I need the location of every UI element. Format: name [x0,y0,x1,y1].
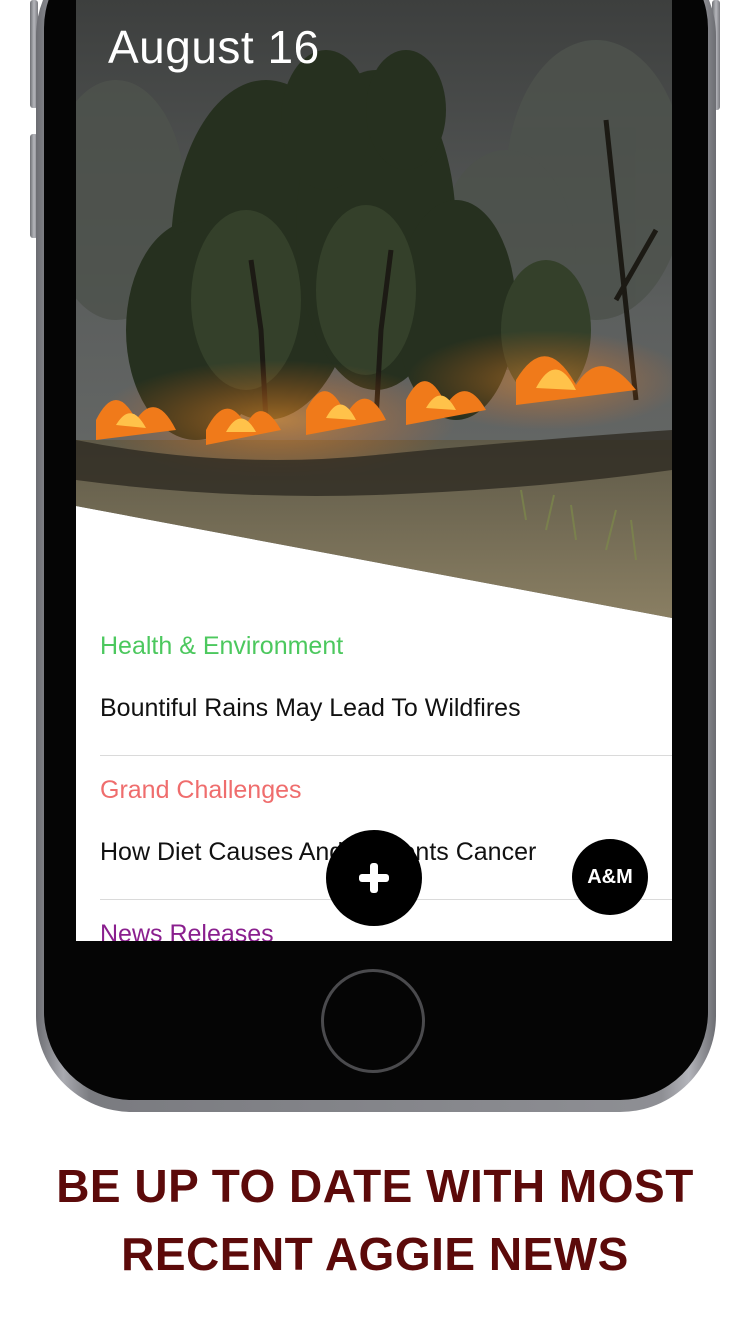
category-label: News Releases [100,920,274,941]
am-button[interactable]: A&M [572,839,648,915]
headline: How Diet Causes And Prevents Cancer [100,838,537,866]
category-label: Health & Environment [100,632,344,660]
wildfire-photo [76,0,672,618]
app-store-screenshot: August 16 Health & Environment Bountiful… [0,0,750,1334]
date-title: August 16 [108,21,320,73]
headline: Bountiful Rains May Lead To Wildfires [100,694,521,722]
home-button[interactable] [321,969,425,1073]
caption-line-1: BE UP TO DATE WITH MOST [56,1160,694,1212]
category-label: Grand Challenges [100,776,302,804]
hero-image[interactable] [76,0,672,620]
add-button[interactable] [326,830,422,926]
news-item[interactable]: Health & Environment Bountiful Rains May… [100,612,672,756]
caption-line-2: RECENT AGGIE NEWS [121,1228,629,1280]
promo-caption: BE UP TO DATE WITH MOST RECENT AGGIE NEW… [0,1152,750,1288]
phone-screen: August 16 Health & Environment Bountiful… [76,0,672,941]
plus-icon [359,863,389,893]
